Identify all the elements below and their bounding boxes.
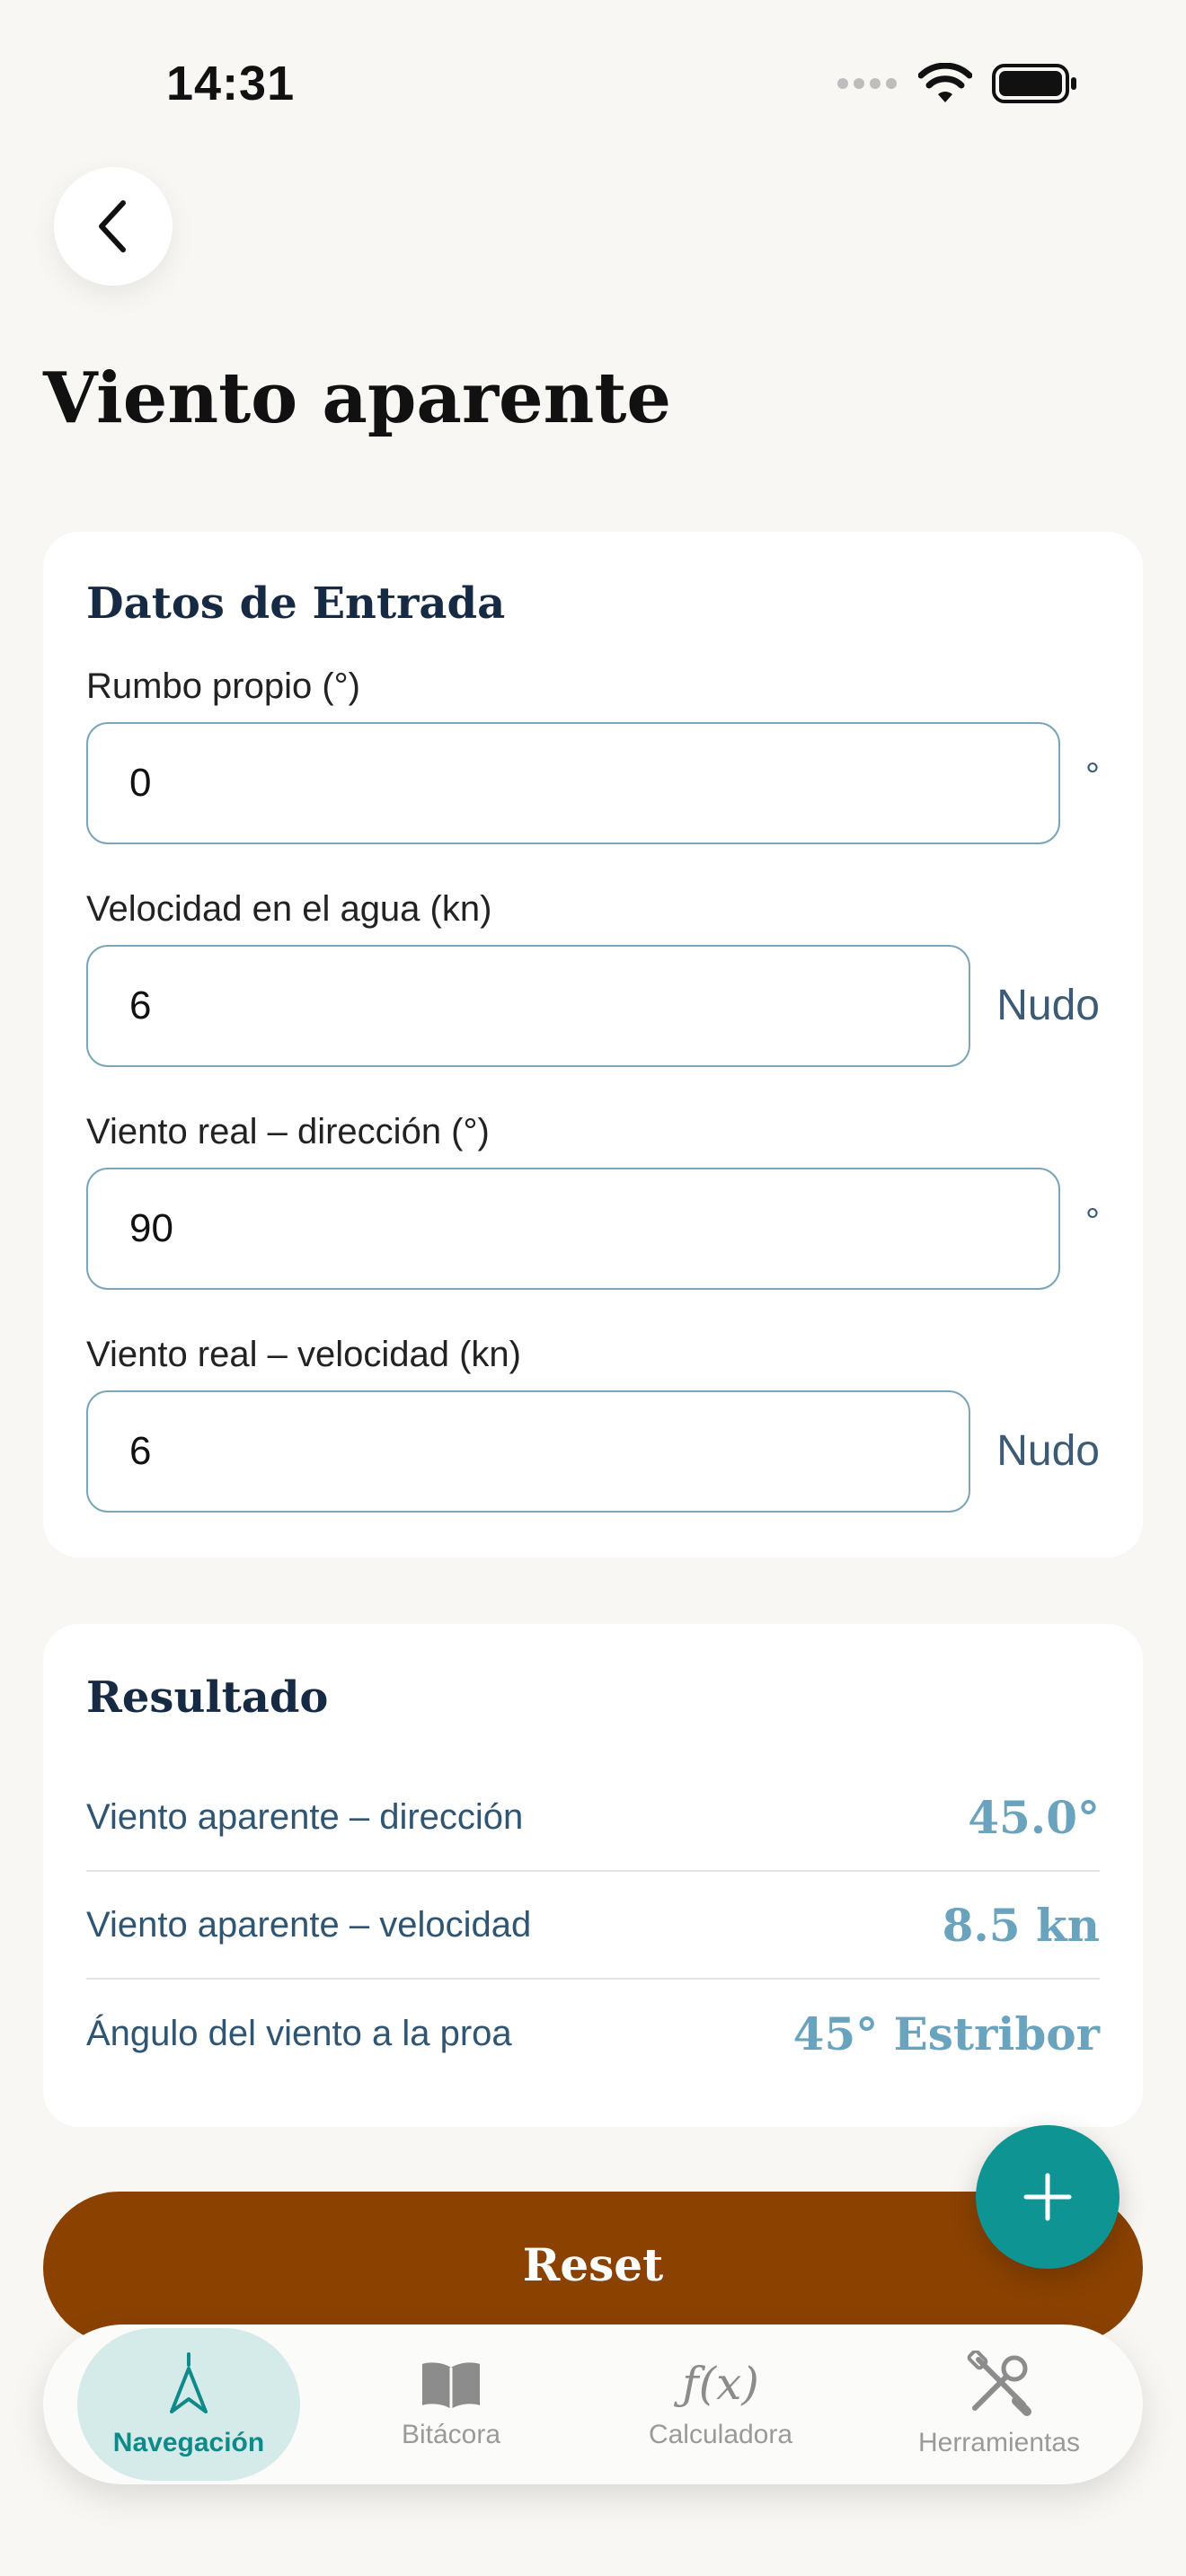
battery-icon <box>992 64 1076 103</box>
result-label: Viento aparente – dirección <box>86 1796 524 1837</box>
field-label-velocidad-agua: Velocidad en el agua (kn) <box>86 889 492 929</box>
tab-label: Herramientas <box>917 2428 1081 2457</box>
rumbo-unit: ° <box>1085 756 1100 796</box>
viento-direccion-unit: ° <box>1085 1202 1100 1241</box>
input-card-title: Datos de Entrada <box>86 578 506 629</box>
result-value: 8.5 kn <box>942 1898 1100 1952</box>
result-row-velocidad: Viento aparente – velocidad 8.5 kn <box>86 1872 1100 1980</box>
result-card-title: Resultado <box>86 1672 329 1723</box>
tab-bitacora[interactable]: Bitácora <box>340 2325 562 2484</box>
wifi-icon <box>918 63 972 102</box>
result-label: Ángulo del viento a la proa <box>86 2013 512 2053</box>
viento-direccion-input[interactable]: 90 <box>86 1168 1060 1290</box>
result-value: 45.0° <box>968 1790 1100 1844</box>
status-time: 14:31 <box>166 57 296 110</box>
velocidad-agua-input[interactable]: 6 <box>86 945 970 1067</box>
tab-calculadora[interactable]: ƒ(x) Calculadora <box>609 2325 832 2484</box>
book-icon <box>422 2362 480 2409</box>
field-label-rumbo: Rumbo propio (°) <box>86 666 360 706</box>
tab-navegacion[interactable]: Navegación <box>77 2328 300 2481</box>
input-card: Datos de Entrada Rumbo propio (°) 0 ° Ve… <box>43 532 1143 1557</box>
status-bar: 14:31 <box>0 0 1186 135</box>
function-icon: ƒ(x) <box>682 2358 759 2410</box>
signal-icon <box>837 78 897 89</box>
tab-label: Calculadora <box>648 2420 793 2449</box>
tools-icon <box>967 2351 1031 2416</box>
result-row-direccion: Viento aparente – dirección 45.0° <box>86 1764 1100 1872</box>
tab-herramientas[interactable]: Herramientas <box>888 2325 1111 2484</box>
plus-icon <box>1023 2173 1072 2221</box>
viento-velocidad-input[interactable]: 6 <box>86 1390 970 1513</box>
tab-label: Navegación <box>112 2428 265 2457</box>
velocidad-agua-unit: Nudo <box>996 982 1100 1029</box>
tab-bar: Navegación Bitácora ƒ(x) Calculadora Her… <box>43 2325 1143 2484</box>
page-title: Viento aparente <box>43 357 672 439</box>
result-card: Resultado Viento aparente – dirección 45… <box>43 1624 1143 2127</box>
tab-label: Bitácora <box>401 2420 501 2449</box>
navigation-arrow-icon <box>170 2352 208 2413</box>
field-label-viento-velocidad: Viento real – velocidad (kn) <box>86 1335 521 1374</box>
result-row-angulo: Ángulo del viento a la proa 45° Estribor <box>86 1980 1100 2087</box>
result-value: 45° Estribor <box>792 2007 1100 2060</box>
rumbo-input[interactable]: 0 <box>86 722 1060 844</box>
result-label: Viento aparente – velocidad <box>86 1904 532 1945</box>
field-label-viento-direccion: Viento real – dirección (°) <box>86 1112 490 1151</box>
viento-velocidad-unit: Nudo <box>996 1427 1100 1475</box>
back-button[interactable] <box>54 167 173 286</box>
add-button[interactable] <box>976 2125 1120 2269</box>
status-icons <box>836 63 1078 104</box>
chevron-left-icon <box>99 200 126 252</box>
